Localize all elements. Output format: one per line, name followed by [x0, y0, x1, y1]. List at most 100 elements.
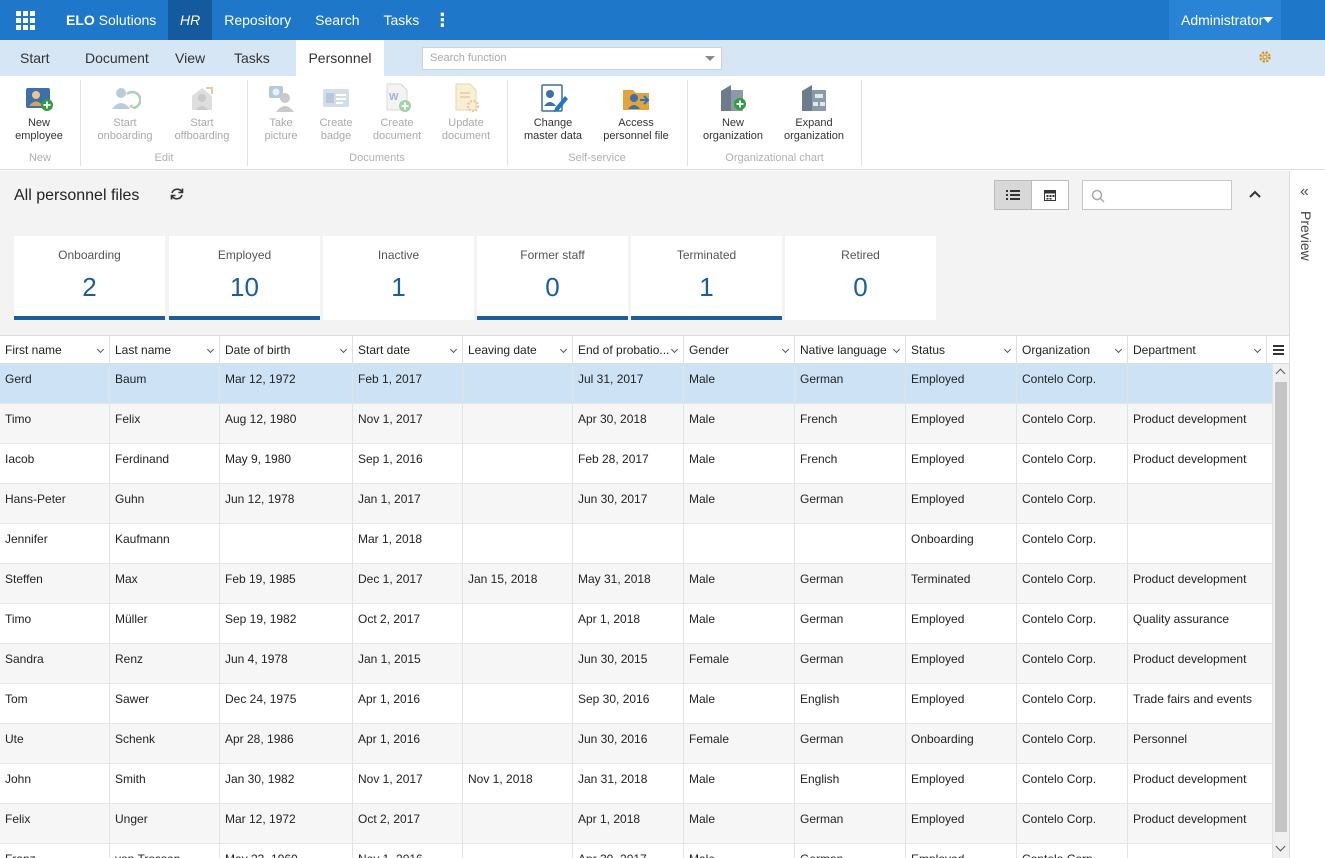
- table-row[interactable]: Steffen Max Feb 19, 1985 Dec 1, 2017 Jan 15,…: [0, 564, 1273, 604]
- start-onboarding-button[interactable]: Start onboarding: [94, 82, 156, 143]
- tab-document[interactable]: Document: [85, 40, 149, 76]
- new-organization-button[interactable]: New organization: [700, 82, 766, 143]
- chevron-down-icon[interactable]: [96, 345, 105, 354]
- column-header-start-date[interactable]: Start date: [353, 336, 463, 364]
- double-chevron-left-icon[interactable]: «: [1300, 183, 1309, 201]
- expand-organization-button[interactable]: Expand organization: [781, 82, 847, 143]
- column-header-leaving-date[interactable]: Leaving date: [463, 336, 573, 364]
- chevron-down-icon[interactable]: [892, 345, 901, 354]
- cell-organization: Contelo Corp.: [1017, 604, 1128, 644]
- new-employee-line1: New: [27, 117, 50, 129]
- column-menu-icon[interactable]: [1267, 336, 1289, 364]
- chevron-up-icon[interactable]: [1247, 186, 1263, 202]
- tab-tasks[interactable]: Tasks: [234, 40, 270, 76]
- table-row[interactable]: Ute Schenk Apr 28, 1986 Apr 1, 2016 Jun 30, …: [0, 724, 1273, 764]
- chevron-down-icon[interactable]: [1253, 345, 1262, 354]
- cell-organization: Contelo Corp.: [1017, 564, 1128, 604]
- new-employee-button[interactable]: New employee: [14, 82, 64, 143]
- preview-panel[interactable]: « Preview: [1289, 171, 1325, 858]
- chevron-down-icon[interactable]: [449, 345, 458, 354]
- table-row[interactable]: Felix Unger Mar 12, 1972 Oct 2, 2017 Apr 1, …: [0, 804, 1273, 844]
- column-label: Last name: [115, 343, 172, 357]
- nav-tasks[interactable]: Tasks: [372, 0, 432, 40]
- chevron-down-icon[interactable]: [559, 345, 568, 354]
- column-header-last-name[interactable]: Last name: [110, 336, 220, 364]
- chevron-down-icon[interactable]: [1114, 345, 1123, 354]
- chevron-down-icon[interactable]: [1003, 345, 1012, 354]
- cell-status: Onboarding: [906, 524, 1017, 564]
- column-header-first-name[interactable]: First name: [0, 336, 110, 364]
- start-offboarding-button[interactable]: Start offboarding: [171, 82, 233, 143]
- change-master-data-button[interactable]: Change master data: [520, 82, 586, 143]
- update-document-button[interactable]: Update document: [438, 82, 494, 143]
- column-header-end-of-probation[interactable]: End of probatio...: [573, 336, 684, 364]
- column-header-date-of-birth[interactable]: Date of birth: [220, 336, 353, 364]
- user-menu[interactable]: Administrator: [1169, 0, 1281, 40]
- table-row[interactable]: Franzvon TrossenMay 23, 1960Nov 1, 2016 A…: [0, 844, 1273, 858]
- start-offboarding-icon: [192, 87, 213, 110]
- app-brand[interactable]: ELO Solutions: [66, 12, 156, 28]
- nav-repository[interactable]: Repository: [212, 0, 303, 40]
- column-header-gender[interactable]: Gender: [684, 336, 795, 364]
- access-personnel-file-button[interactable]: Access personnel file: [601, 82, 671, 143]
- create-badge-button[interactable]: Create badge: [314, 82, 358, 143]
- cell-status: Employed: [906, 804, 1017, 844]
- tile-retired[interactable]: Retired 0: [785, 236, 936, 320]
- table-row[interactable]: Iacob Ferdinand May 9, 1980 Sep 1, 2016 Feb …: [0, 444, 1273, 484]
- list-filter-input[interactable]: [1082, 180, 1232, 210]
- cell-leaving-date: Jan 15, 2018: [463, 564, 573, 604]
- scroll-up-icon[interactable]: [1275, 368, 1286, 379]
- search-function-input[interactable]: Search function: [422, 47, 722, 70]
- chevron-down-icon[interactable]: [339, 345, 348, 354]
- cell-date-of-birth: Sep 19, 1982: [220, 604, 353, 644]
- app-launcher-button[interactable]: [0, 0, 50, 40]
- calendar-view-button[interactable]: [1032, 181, 1069, 209]
- table-row[interactable]: Gerd Baum Mar 12, 1972 Feb 1, 2017 Jul 31, 2…: [0, 364, 1273, 404]
- table-row[interactable]: Sandra Renz Jun 4, 1978 Jan 1, 2015 Jun 30, …: [0, 644, 1273, 684]
- tab-personnel[interactable]: Personnel: [296, 40, 384, 76]
- table-row[interactable]: Jennifer Kaufmann Mar 1, 2018 Onboarding Con…: [0, 524, 1273, 564]
- create-document-line1: Create: [380, 117, 414, 129]
- table-row[interactable]: Timo Müller Sep 19, 1982 Oct 2, 2017 Apr 1, …: [0, 604, 1273, 644]
- cell-gender: Female: [684, 644, 795, 684]
- tab-start[interactable]: Start: [20, 40, 50, 76]
- tile-count: 0: [853, 272, 868, 302]
- create-document-button[interactable]: W Create document: [369, 82, 425, 143]
- table-row[interactable]: Hans-Peter Guhn Jun 12, 1978 Jan 1, 2017 Jun…: [0, 484, 1273, 524]
- tile-onboarding[interactable]: Onboarding 2: [14, 236, 165, 320]
- new-organization-line2: organization: [703, 130, 763, 142]
- dropdown-caret-icon[interactable]: [705, 56, 715, 61]
- take-picture-button[interactable]: Take picture: [259, 82, 303, 143]
- gear-icon[interactable]: [1257, 49, 1273, 65]
- more-vertical-icon[interactable]: ⋮: [431, 0, 453, 40]
- tile-employed[interactable]: Employed 10: [169, 236, 320, 320]
- page-title: All personnel files: [14, 187, 140, 204]
- cell-date-of-birth: [220, 524, 353, 564]
- chevron-down-icon[interactable]: [206, 345, 215, 354]
- tile-terminated[interactable]: Terminated 1: [631, 236, 782, 320]
- vertical-scrollbar[interactable]: [1273, 364, 1289, 858]
- tile-count: 1: [391, 272, 406, 302]
- new-employee-icon: [26, 88, 53, 111]
- table-row[interactable]: Tom Sawer Dec 24, 1975 Apr 1, 2016 Sep 30, 2…: [0, 684, 1273, 724]
- table-row[interactable]: John Smith Jan 30, 1982 Nov 1, 2017 Nov 1, 2…: [0, 764, 1273, 804]
- list-view-button[interactable]: [995, 181, 1032, 209]
- scrollbar-thumb[interactable]: [1275, 382, 1287, 832]
- tab-view[interactable]: View: [175, 40, 205, 76]
- chevron-down-icon[interactable]: [781, 345, 790, 354]
- column-header-native-language[interactable]: Native language: [795, 336, 906, 364]
- column-header-department[interactable]: Department: [1128, 336, 1267, 364]
- scroll-down-icon[interactable]: [1275, 841, 1286, 852]
- table-row[interactable]: Timo Felix Aug 12, 1980 Nov 1, 2017 Apr 30, …: [0, 404, 1273, 444]
- chevron-down-icon[interactable]: [670, 345, 679, 354]
- nav-hr[interactable]: HR: [168, 0, 213, 40]
- cell-leaving-date: [463, 724, 573, 764]
- cell-date-of-birth: Aug 12, 1980: [220, 404, 353, 444]
- tile-inactive[interactable]: Inactive 1: [323, 236, 474, 320]
- cell-department: Product development: [1128, 804, 1273, 844]
- column-header-organization[interactable]: Organization: [1017, 336, 1128, 364]
- refresh-icon[interactable]: [169, 186, 185, 202]
- tile-former-staff[interactable]: Former staff 0: [477, 236, 628, 320]
- column-header-status[interactable]: Status: [906, 336, 1017, 364]
- nav-search[interactable]: Search: [303, 0, 371, 40]
